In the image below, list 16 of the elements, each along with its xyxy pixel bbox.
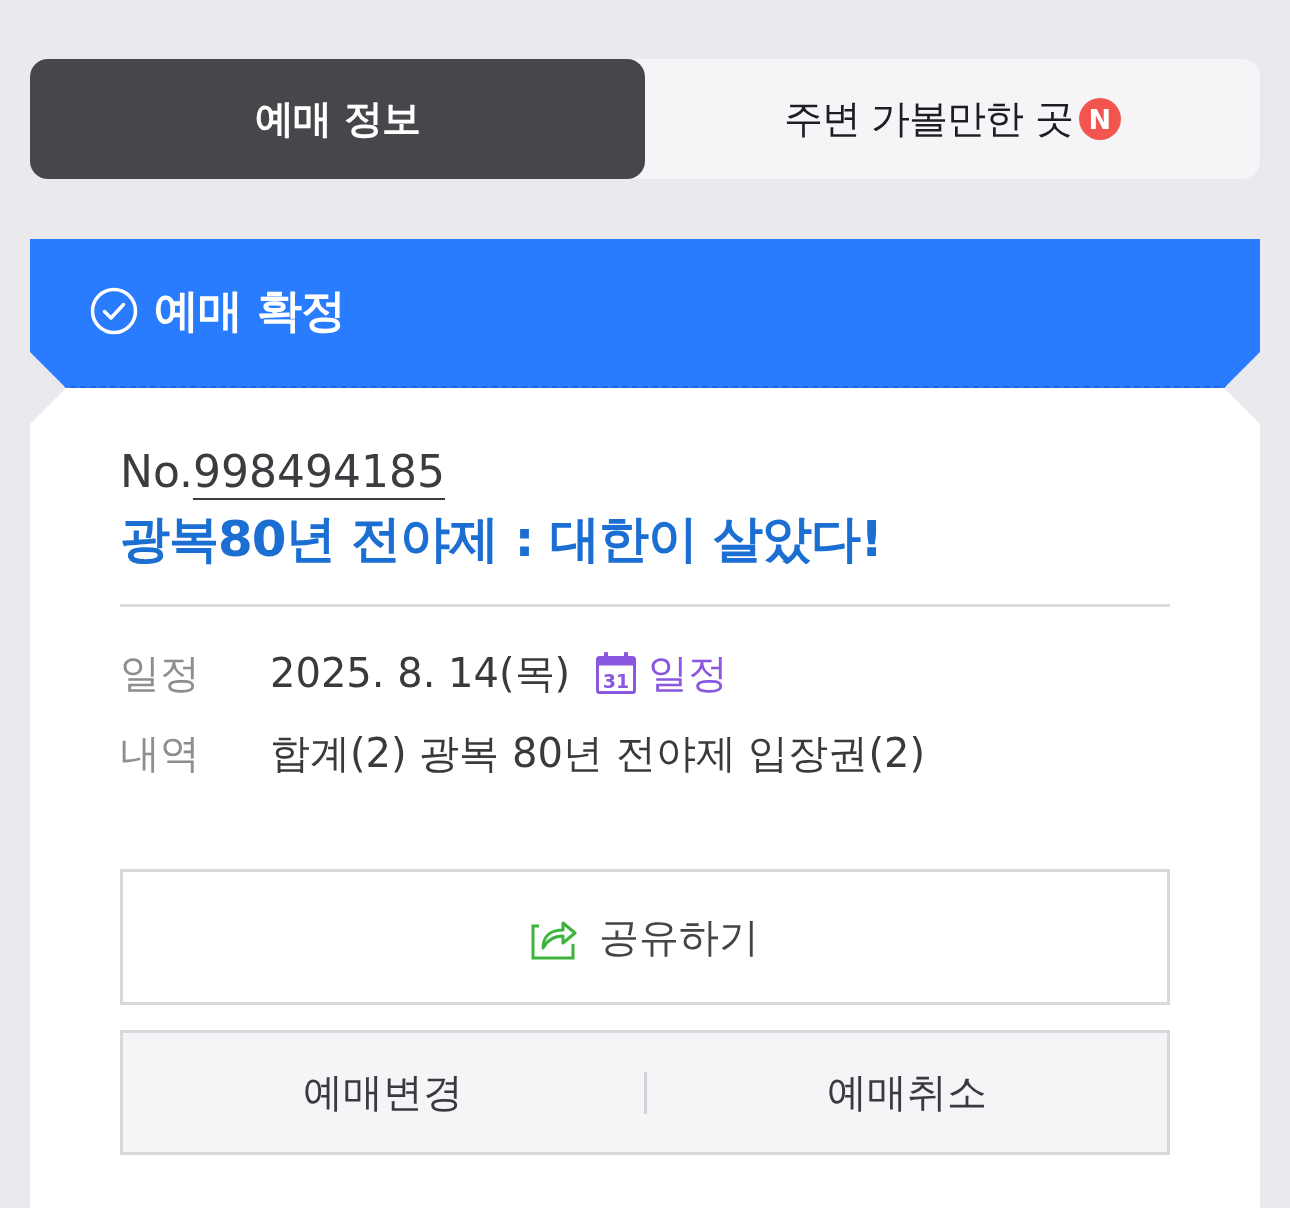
- event-title: 광복80년 전야제 : 대한이 살았다!: [120, 509, 883, 570]
- detail-value: 2025. 8. 14(목): [270, 648, 571, 698]
- new-badge: N: [1078, 98, 1121, 140]
- booking-action-button[interactable]: 예매취소: [646, 1033, 1167, 1152]
- booking-number-label: No.: [120, 445, 194, 499]
- status-title: 예매 확정: [154, 282, 345, 339]
- booking-action-button[interactable]: 예매변경: [123, 1033, 644, 1152]
- tab[interactable]: 주변 가볼만한 곳 N: [645, 59, 1260, 179]
- check-circle-icon: [90, 286, 138, 335]
- detail-value: 합계(2) 광복 80년 전야제 입장권(2): [270, 728, 926, 778]
- booking-number: 998494185: [193, 446, 445, 500]
- share-button[interactable]: 공유하기: [120, 869, 1170, 1005]
- add-to-calendar-link[interactable]: 31 일정: [596, 645, 729, 701]
- detail-label: 내역: [120, 728, 201, 778]
- tab[interactable]: 예매 정보: [30, 59, 645, 179]
- detail-label: 일정: [120, 648, 201, 698]
